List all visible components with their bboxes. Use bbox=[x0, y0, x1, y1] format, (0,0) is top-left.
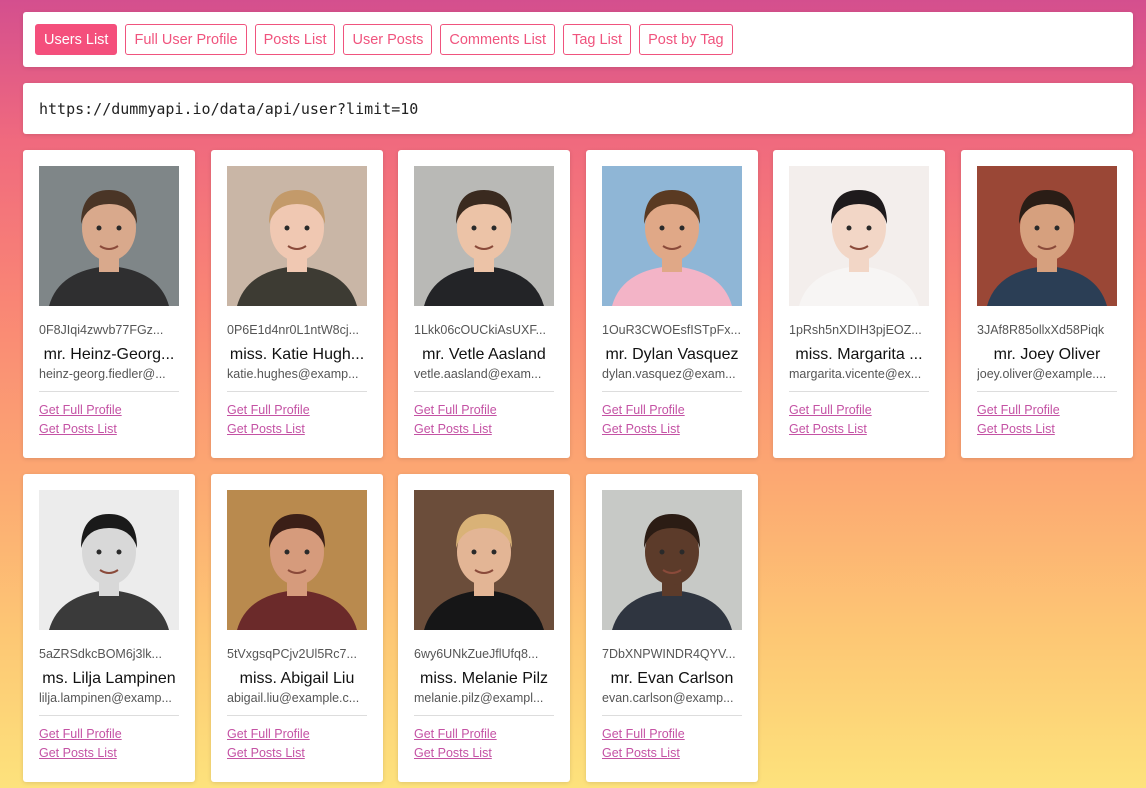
user-card: 5tVxgsqPCjv2Ul5Rc7... miss. Abigail Liu ab… bbox=[211, 474, 383, 782]
user-id: 1OuR3CWOEsfISTpFx... bbox=[602, 323, 741, 337]
tab-full-user-profile[interactable]: Full User Profile bbox=[125, 24, 247, 55]
get-posts-list-link[interactable]: Get Posts List bbox=[227, 420, 367, 439]
get-full-profile-link[interactable]: Get Full Profile bbox=[977, 401, 1117, 420]
user-email: joey.oliver@example.... bbox=[977, 367, 1117, 392]
user-card-links: Get Full Profile Get Posts List bbox=[414, 401, 554, 439]
user-name: mr. Dylan Vasquez bbox=[605, 346, 739, 363]
get-full-profile-link[interactable]: Get Full Profile bbox=[227, 401, 367, 420]
get-full-profile-link[interactable]: Get Full Profile bbox=[414, 725, 554, 744]
api-url-display: https://dummyapi.io/data/api/user?limit=… bbox=[23, 83, 1133, 134]
get-full-profile-link[interactable]: Get Full Profile bbox=[227, 725, 367, 744]
tab-posts-list[interactable]: Posts List bbox=[254, 24, 336, 55]
user-card: 7DbXNPWINDR4QYV... mr. Evan Carlson evan.c… bbox=[586, 474, 758, 782]
get-full-profile-link[interactable]: Get Full Profile bbox=[602, 725, 742, 744]
get-posts-list-link[interactable]: Get Posts List bbox=[39, 420, 179, 439]
user-name: mr. Joey Oliver bbox=[993, 346, 1101, 363]
tab-tag-list[interactable]: Tag List bbox=[563, 24, 632, 55]
user-id: 0P6E1d4nr0L1ntW8cj... bbox=[227, 323, 360, 337]
user-card: 1OuR3CWOEsfISTpFx... mr. Dylan Vasquez dyl… bbox=[586, 150, 758, 458]
user-email: lilja.lampinen@examp... bbox=[39, 691, 179, 716]
user-avatar bbox=[39, 490, 179, 630]
user-email: vetle.aasland@exam... bbox=[414, 367, 554, 392]
user-id: 6wy6UNkZueJflUfq8... bbox=[414, 647, 539, 661]
user-email: heinz-georg.fiedler@... bbox=[39, 367, 179, 392]
user-card-links: Get Full Profile Get Posts List bbox=[39, 725, 179, 763]
user-card-links: Get Full Profile Get Posts List bbox=[414, 725, 554, 763]
user-card-links: Get Full Profile Get Posts List bbox=[977, 401, 1117, 439]
user-id: 7DbXNPWINDR4QYV... bbox=[602, 647, 736, 661]
user-card-links: Get Full Profile Get Posts List bbox=[602, 725, 742, 763]
user-card-links: Get Full Profile Get Posts List bbox=[39, 401, 179, 439]
user-email: evan.carlson@examp... bbox=[602, 691, 742, 716]
user-name: miss. Margarita ... bbox=[795, 346, 923, 363]
user-id: 5aZRSdkcBOM6j3lk... bbox=[39, 647, 162, 661]
user-id: 1Lkk06cOUCkiAsUXF... bbox=[414, 323, 546, 337]
user-avatar bbox=[227, 166, 367, 306]
user-avatar bbox=[789, 166, 929, 306]
user-card: 3JAf8R85ollxXd58Piqk mr. Joey Oliver joey.… bbox=[961, 150, 1133, 458]
user-name: mr. Heinz-Georg... bbox=[43, 346, 175, 363]
tab-users-list[interactable]: Users List bbox=[35, 24, 118, 55]
get-posts-list-link[interactable]: Get Posts List bbox=[227, 744, 367, 763]
user-avatar bbox=[977, 166, 1117, 306]
user-id: 0F8JIqi4zwvb77FGz... bbox=[39, 323, 164, 337]
user-email: margarita.vicente@ex... bbox=[789, 367, 929, 392]
user-email: abigail.liu@example.c... bbox=[227, 691, 367, 716]
user-avatar bbox=[227, 490, 367, 630]
user-card: 0F8JIqi4zwvb77FGz... mr. Heinz-Georg... he… bbox=[23, 150, 195, 458]
user-card: 5aZRSdkcBOM6j3lk... ms. Lilja Lampinen lil… bbox=[23, 474, 195, 782]
tab-comments-list[interactable]: Comments List bbox=[440, 24, 556, 55]
get-full-profile-link[interactable]: Get Full Profile bbox=[602, 401, 742, 420]
get-posts-list-link[interactable]: Get Posts List bbox=[602, 420, 742, 439]
user-avatar bbox=[602, 166, 742, 306]
get-full-profile-link[interactable]: Get Full Profile bbox=[39, 401, 179, 420]
user-avatar bbox=[39, 166, 179, 306]
get-posts-list-link[interactable]: Get Posts List bbox=[414, 744, 554, 763]
user-email: melanie.pilz@exampl... bbox=[414, 691, 554, 716]
tab-post-by-tag[interactable]: Post by Tag bbox=[639, 24, 733, 55]
user-name: mr. Evan Carlson bbox=[610, 670, 734, 687]
user-id: 5tVxgsqPCjv2Ul5Rc7... bbox=[227, 647, 357, 661]
user-avatar bbox=[414, 490, 554, 630]
api-tab-bar: Users List Full User Profile Posts List Use… bbox=[23, 12, 1133, 67]
tab-user-posts[interactable]: User Posts bbox=[343, 24, 433, 55]
user-card: 1pRsh5nXDIH3pjEOZ... miss. Margarita ... m… bbox=[773, 150, 945, 458]
user-card: 1Lkk06cOUCkiAsUXF... mr. Vetle Aasland vet… bbox=[398, 150, 570, 458]
user-name: miss. Melanie Pilz bbox=[419, 670, 549, 687]
api-url-text: https://dummyapi.io/data/api/user?limit=… bbox=[39, 99, 419, 118]
user-email: katie.hughes@examp... bbox=[227, 367, 367, 392]
get-posts-list-link[interactable]: Get Posts List bbox=[39, 744, 179, 763]
get-full-profile-link[interactable]: Get Full Profile bbox=[414, 401, 554, 420]
user-avatar bbox=[602, 490, 742, 630]
user-card: 6wy6UNkZueJflUfq8... miss. Melanie Pilz me… bbox=[398, 474, 570, 782]
user-name: miss. Abigail Liu bbox=[239, 670, 355, 687]
user-email: dylan.vasquez@exam... bbox=[602, 367, 742, 392]
user-card-links: Get Full Profile Get Posts List bbox=[227, 401, 367, 439]
user-avatar bbox=[414, 166, 554, 306]
user-card-links: Get Full Profile Get Posts List bbox=[789, 401, 929, 439]
get-posts-list-link[interactable]: Get Posts List bbox=[602, 744, 742, 763]
user-name: ms. Lilja Lampinen bbox=[42, 670, 176, 687]
get-full-profile-link[interactable]: Get Full Profile bbox=[39, 725, 179, 744]
get-posts-list-link[interactable]: Get Posts List bbox=[977, 420, 1117, 439]
get-posts-list-link[interactable]: Get Posts List bbox=[414, 420, 554, 439]
user-card: 0P6E1d4nr0L1ntW8cj... miss. Katie Hugh...… bbox=[211, 150, 383, 458]
user-id: 1pRsh5nXDIH3pjEOZ... bbox=[789, 323, 922, 337]
user-id: 3JAf8R85ollxXd58Piqk bbox=[977, 323, 1105, 337]
get-posts-list-link[interactable]: Get Posts List bbox=[789, 420, 929, 439]
user-name: mr. Vetle Aasland bbox=[422, 346, 546, 363]
get-full-profile-link[interactable]: Get Full Profile bbox=[789, 401, 929, 420]
user-card-links: Get Full Profile Get Posts List bbox=[227, 725, 367, 763]
user-name: miss. Katie Hugh... bbox=[229, 346, 365, 363]
user-card-links: Get Full Profile Get Posts List bbox=[602, 401, 742, 439]
